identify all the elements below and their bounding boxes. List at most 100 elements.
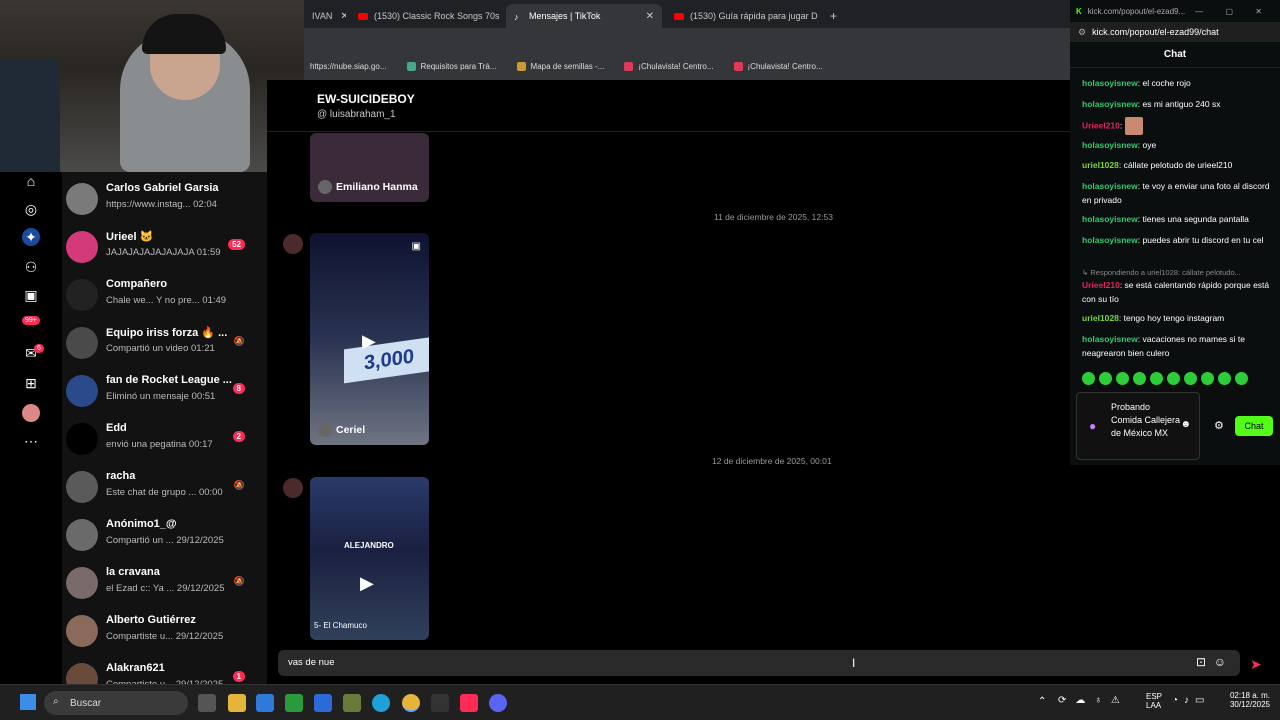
conversation-name: Edd xyxy=(106,422,127,434)
windows-start-icon[interactable] xyxy=(20,694,36,710)
message-input[interactable]: vas de nue ⊡ ☺ xyxy=(278,650,1240,676)
tab-classic-rock[interactable]: (1530) Classic Rock Songs 70s 8 ✕ xyxy=(350,4,502,28)
chat-username[interactable]: uriel1028 xyxy=(1082,313,1119,323)
conversation-item[interactable]: Edd envió una pegatina 00:17 2 xyxy=(62,420,267,468)
upload-icon[interactable]: ⊞ xyxy=(22,374,40,392)
conversation-item[interactable]: racha Este chat de grupo ... 00:00 🔕 xyxy=(62,468,267,516)
bookmark-item[interactable]: ¡Chulavista! Centro... xyxy=(624,61,714,71)
close-icon[interactable]: ✕ xyxy=(340,11,346,22)
outlook-icon[interactable] xyxy=(314,694,332,712)
app-icon[interactable] xyxy=(431,694,449,712)
conversation-item[interactable]: la cravana el Ezad c:: Ya ... 29/12/2025 🔕 xyxy=(62,564,267,612)
following-icon[interactable]: ✦ xyxy=(22,228,40,246)
more-icon[interactable]: ⋯ xyxy=(22,432,40,450)
xbox-icon[interactable] xyxy=(285,694,303,712)
taskbar-search[interactable]: ⌕ Buscar xyxy=(44,691,188,715)
site-settings-icon[interactable]: ⚙ xyxy=(1078,27,1086,38)
conversation-item[interactable]: fan de Rocket League ... Eliminó un mensa… xyxy=(62,372,267,420)
chat-username[interactable]: holasoyisnew xyxy=(1082,334,1138,344)
tab-ivan[interactable]: IVAN ✕ xyxy=(304,4,346,28)
tab-label: (1530) Classic Rock Songs 70s 8 xyxy=(374,11,502,21)
inbox-badge: 6 xyxy=(34,344,44,353)
chat-username[interactable]: holasoyisnew xyxy=(1082,181,1138,191)
edge-icon[interactable] xyxy=(372,694,390,712)
bookmark-item[interactable]: ¡Chulavista! Centro... xyxy=(733,61,823,71)
home-icon[interactable]: ⌂ xyxy=(22,172,40,190)
bookmark-item[interactable]: Mapa de semillas -... xyxy=(516,61,604,71)
tiktok-app-icon[interactable] xyxy=(460,694,478,712)
conversation-preview: Eliminó un mensaje 00:51 xyxy=(106,391,216,402)
muted-bell-icon: 🔕 xyxy=(233,576,245,586)
chat-username[interactable]: holasoyisnew xyxy=(1082,78,1138,88)
task-view-icon[interactable] xyxy=(198,694,216,712)
chat-username[interactable]: Urieel210 xyxy=(1082,120,1120,130)
bookmark-item[interactable]: Requisitos para Trá... xyxy=(406,61,497,71)
send-chat-button[interactable]: Chat xyxy=(1235,416,1273,436)
emoji-icon[interactable]: ☺ xyxy=(1214,655,1226,669)
tab-guia-rapida[interactable]: (1530) Guía rápida para jugar D ✕ xyxy=(666,4,818,28)
emote-icon[interactable] xyxy=(1150,372,1163,385)
file-explorer-icon[interactable] xyxy=(228,694,246,712)
conversation-item[interactable]: Alakran621Compartiste u... 29/12/20251 xyxy=(62,660,267,684)
muted-bell-icon: 🔕 xyxy=(233,480,245,490)
bookmark-item[interactable]: https://nube.siap.go... xyxy=(310,62,387,71)
emote-icon[interactable] xyxy=(1099,372,1112,385)
shared-video-card[interactable]: ALEJANDRO ▶ 5- El Chamuco xyxy=(310,477,429,640)
conversation-item[interactable]: Urieel 🐱 JAJAJAJAJAJAJAJA 01:59 52 xyxy=(62,228,267,276)
network-volume-battery-icon[interactable]: ◔♪▭ xyxy=(1172,695,1211,706)
chat-header-name[interactable]: EW-SUICIDEBOY xyxy=(317,92,415,106)
emote-icon[interactable] xyxy=(1133,372,1146,385)
kick-url-bar[interactable]: ⚙ kick.com/popout/el-ezad99/chat xyxy=(1070,22,1280,42)
friends-icon[interactable]: ⚇ xyxy=(22,258,40,276)
discord-icon[interactable] xyxy=(489,694,507,712)
clock[interactable]: 02:18 a. m. 30/12/2025 xyxy=(1228,691,1270,709)
shared-video-card[interactable]: Emiliano Hanma xyxy=(310,133,429,202)
chat-username[interactable]: Urieel210 xyxy=(1082,280,1120,290)
profile-icon[interactable] xyxy=(22,404,40,422)
tray-overflow-icon[interactable]: ⌃ xyxy=(1038,696,1046,707)
emote-icon[interactable] xyxy=(1116,372,1129,385)
settings-icon[interactable]: ⚙ xyxy=(1214,419,1224,432)
tab-tiktok-messages[interactable]: ♪ Mensajes | TikTok ✕ xyxy=(506,4,662,28)
address-bar[interactable] xyxy=(304,28,1070,52)
emoji-icon[interactable]: ☻ xyxy=(1180,419,1191,430)
chat-message-text: es mi antiguo 240 sx xyxy=(1142,99,1221,109)
emote-icon[interactable] xyxy=(1167,372,1180,385)
emote-icon[interactable] xyxy=(1218,372,1231,385)
image-upload-icon[interactable]: ⊡ xyxy=(1196,655,1206,669)
emote-icon[interactable] xyxy=(1184,372,1197,385)
airbnb-icon xyxy=(733,61,743,71)
shared-video-card[interactable]: ▣ 3,000 ▶ Ceriel xyxy=(310,233,429,445)
conversation-item[interactable]: Carlos Gabriel Garsia https://www.instag.… xyxy=(62,180,267,228)
emote-icon[interactable] xyxy=(1082,372,1095,385)
minecraft-icon[interactable] xyxy=(343,694,361,712)
stream-info-box[interactable]: ● Probando Comida Callejera de México MX… xyxy=(1076,392,1200,460)
conversation-item[interactable]: Equipo iriss forza 🔥 ... Compartió un vid… xyxy=(62,324,267,372)
chat-username[interactable]: holasoyisnew xyxy=(1082,140,1138,150)
tray-icons[interactable]: ⟳☁♁⚠ xyxy=(1058,695,1129,706)
live-icon[interactable]: ▣ xyxy=(22,286,40,304)
chat-username[interactable]: holasoyisnew xyxy=(1082,99,1138,109)
send-icon[interactable]: ➤ xyxy=(1250,656,1268,672)
card-author: Ceriel xyxy=(318,423,365,437)
conversation-item[interactable]: Alberto Gutiérrez Compartiste u... 29/12/… xyxy=(62,612,267,660)
conversation-item[interactable]: Compañero Chale we... Y no pre... 01:49 xyxy=(62,276,267,324)
chrome-icon[interactable] xyxy=(402,694,420,712)
chat-username[interactable]: holasoyisnew xyxy=(1082,214,1138,224)
emote-icon[interactable] xyxy=(1201,372,1214,385)
seed-icon xyxy=(516,61,526,71)
window-controls-icon[interactable]: — ▢ ✕ xyxy=(1195,7,1272,16)
chat-message: holasoyisnew: el coche rojo xyxy=(1082,76,1270,90)
chat-username[interactable]: uriel1028 xyxy=(1082,160,1119,170)
conversation-name: Carlos Gabriel Garsia xyxy=(106,182,219,194)
conversation-item[interactable]: Anónimo1_@ Compartió un ... 29/12/2025 xyxy=(62,516,267,564)
chat-header-handle[interactable]: @ luisabraham_1 xyxy=(317,109,396,120)
language-indicator[interactable]: ESP LAA xyxy=(1146,692,1162,710)
kick-chat-popout: K kick.com/popout/el-ezad9... — ▢ ✕ ⚙ ki… xyxy=(1070,0,1280,465)
chat-username[interactable]: holasoyisnew xyxy=(1082,235,1138,245)
new-tab-button[interactable]: + xyxy=(822,4,842,28)
emote-icon[interactable] xyxy=(1235,372,1248,385)
close-icon[interactable]: ✕ xyxy=(646,11,654,22)
explore-icon[interactable]: ◎ xyxy=(22,200,40,218)
store-icon[interactable] xyxy=(256,694,274,712)
